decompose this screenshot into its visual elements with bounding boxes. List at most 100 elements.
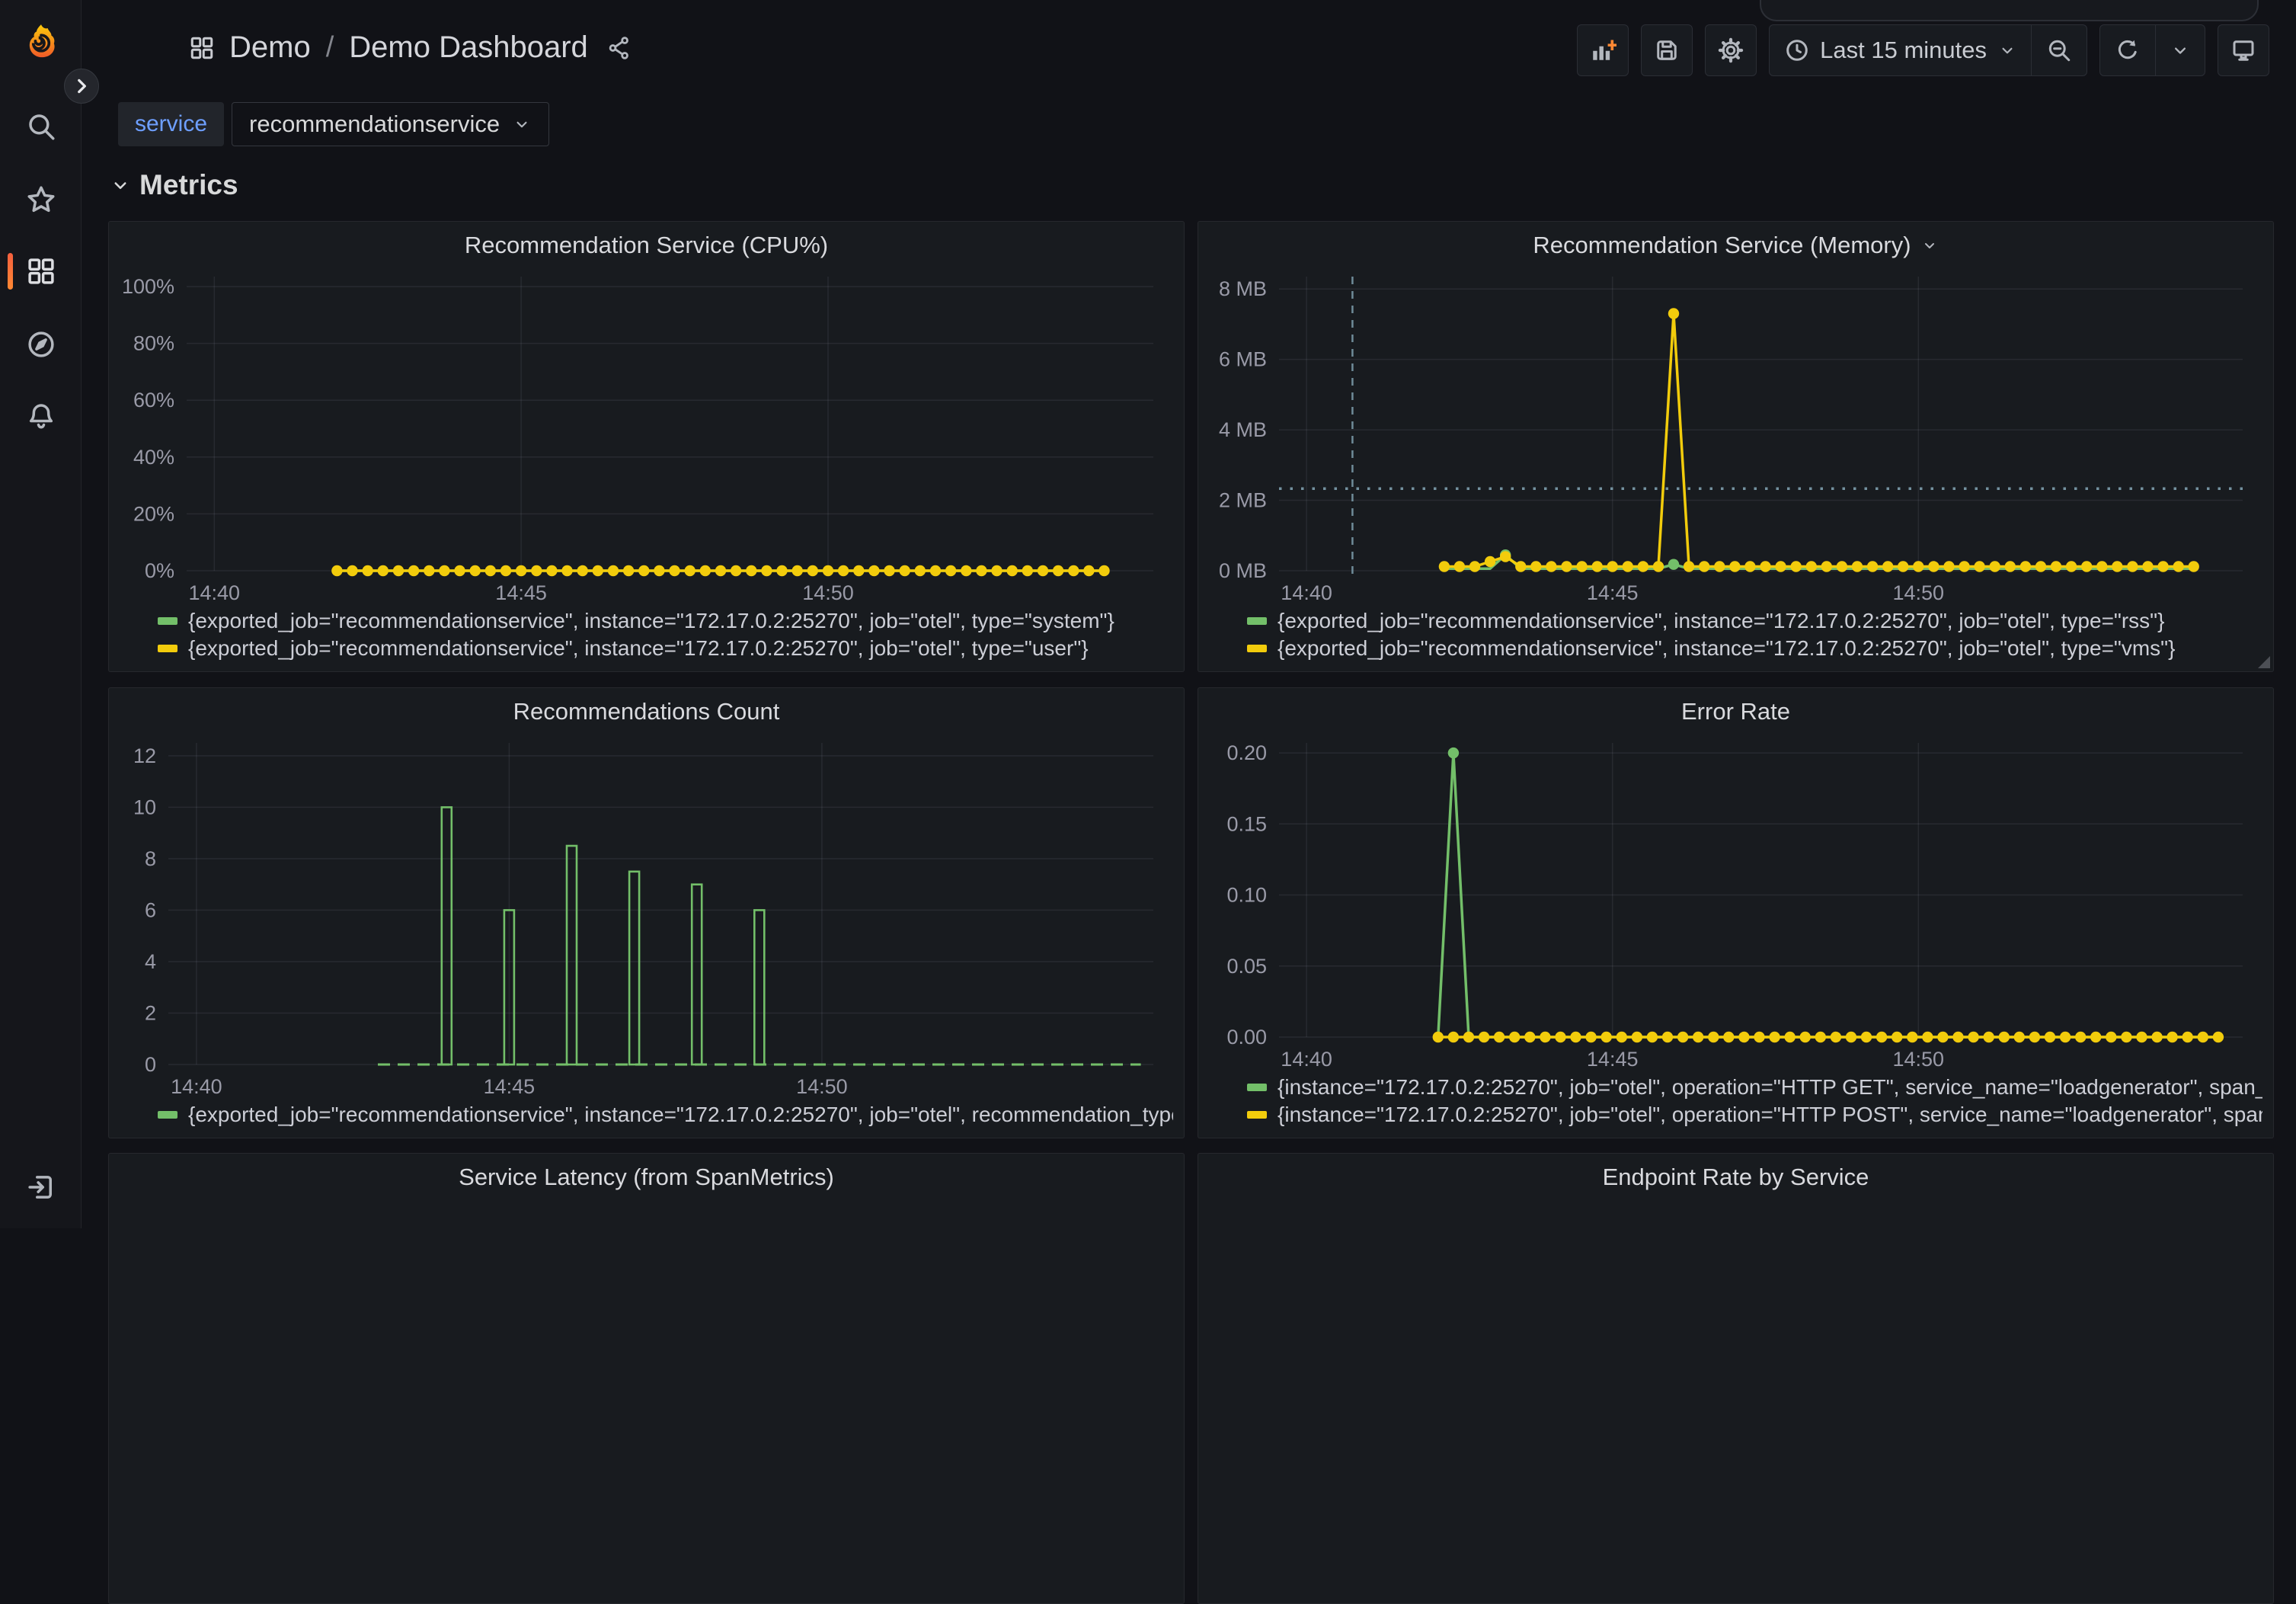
- legend-label: {exported_job="recommendationservice", i…: [188, 636, 1089, 661]
- svg-text:20%: 20%: [133, 502, 174, 525]
- svg-text:14:50: 14:50: [802, 581, 854, 604]
- legend-swatch: [1247, 1111, 1267, 1119]
- svg-text:14:50: 14:50: [1893, 1048, 1945, 1071]
- svg-text:100%: 100%: [122, 275, 174, 298]
- chevron-down-icon: [1920, 236, 1939, 255]
- breadcrumb-section[interactable]: Demo: [229, 30, 311, 65]
- svg-text:8 MB: 8 MB: [1219, 277, 1267, 300]
- sidebar-item-search[interactable]: [0, 99, 82, 154]
- svg-text:14:45: 14:45: [1587, 581, 1639, 604]
- svg-text:0.15: 0.15: [1226, 812, 1267, 835]
- zoom-out-time-button[interactable]: [2031, 25, 2087, 75]
- legend-swatch: [1247, 617, 1267, 625]
- zoom-out-icon: [2045, 37, 2073, 64]
- refresh-interval-dropdown[interactable]: [2155, 25, 2205, 75]
- time-range-picker[interactable]: Last 15 minutes: [1770, 25, 2031, 75]
- compass-icon: [25, 328, 57, 360]
- cpu-chart[interactable]: 0%20%40%60%80%100%14:4014:4514:50: [120, 264, 1173, 606]
- legend-label: {exported_job="recommendationservice", i…: [1278, 636, 2175, 661]
- dashboard-settings-button[interactable]: [1705, 24, 1757, 76]
- svg-text:10: 10: [133, 796, 156, 818]
- panel-title: Recommendation Service (Memory): [1533, 232, 1911, 259]
- panel-endpoint-rate: Endpoint Rate by Service: [1198, 1153, 2274, 1604]
- save-dashboard-button[interactable]: [1641, 24, 1693, 76]
- legend-label: {instance="172.17.0.2:25270", job="otel"…: [1278, 1075, 2262, 1100]
- refresh-icon: [2114, 37, 2141, 64]
- svg-text:14:40: 14:40: [189, 581, 241, 604]
- svg-text:0 MB: 0 MB: [1219, 559, 1267, 582]
- add-panel-button[interactable]: [1577, 24, 1629, 76]
- sidebar-item-alerting[interactable]: [0, 389, 82, 443]
- panel-recommendations-count: Recommendations Count 02468101214:4014:4…: [108, 687, 1185, 1138]
- svg-text:14:45: 14:45: [484, 1075, 536, 1098]
- svg-text:80%: 80%: [133, 332, 174, 355]
- svg-text:2: 2: [145, 1002, 156, 1025]
- sidebar-item-explore[interactable]: [0, 317, 82, 372]
- panel-count-header[interactable]: Recommendations Count: [120, 693, 1173, 731]
- refresh-button[interactable]: [2100, 25, 2155, 75]
- svg-text:0.10: 0.10: [1226, 884, 1267, 907]
- panel-title: Service Latency (from SpanMetrics): [459, 1164, 834, 1191]
- legend-label: {exported_job="recommendationservice", i…: [188, 1103, 1173, 1127]
- svg-text:8: 8: [145, 847, 156, 870]
- sidebar-item-dashboards[interactable]: [0, 244, 82, 299]
- add-panel-icon: [1589, 37, 1616, 64]
- variable-label: service: [118, 102, 224, 146]
- legend-swatch: [1247, 1084, 1267, 1091]
- active-indicator: [8, 253, 13, 290]
- variable-value-dropdown[interactable]: recommendationservice: [232, 102, 549, 146]
- count-legend: {exported_job="recommendationservice", i…: [120, 1100, 1173, 1130]
- legend-item[interactable]: {exported_job="recommendationservice", i…: [1247, 607, 2262, 635]
- panel-resize-handle[interactable]: [2258, 656, 2270, 668]
- svg-text:6: 6: [145, 898, 156, 921]
- panel-endpoint-header[interactable]: Endpoint Rate by Service: [1209, 1158, 2262, 1196]
- kiosk-mode-button[interactable]: [2218, 24, 2269, 76]
- svg-text:4: 4: [145, 950, 156, 973]
- grafana-logo[interactable]: [0, 15, 82, 70]
- search-icon: [25, 110, 57, 142]
- sidebar-item-sign-in[interactable]: [0, 1160, 82, 1215]
- monitor-icon: [2230, 37, 2257, 64]
- row-toggle-metrics[interactable]: Metrics: [109, 169, 238, 201]
- breadcrumb: Demo / Demo Dashboard: [188, 30, 632, 65]
- cpu-legend: {exported_job="recommendationservice", i…: [120, 606, 1173, 664]
- svg-text:60%: 60%: [133, 389, 174, 411]
- panel-memory-header[interactable]: Recommendation Service (Memory): [1209, 226, 2262, 264]
- panel-latency-header[interactable]: Service Latency (from SpanMetrics): [120, 1158, 1173, 1196]
- legend-item[interactable]: {instance="172.17.0.2:25270", job="otel"…: [1247, 1101, 2262, 1129]
- svg-text:0%: 0%: [145, 559, 174, 582]
- svg-text:2 MB: 2 MB: [1219, 489, 1267, 512]
- refresh-group: [2099, 24, 2205, 76]
- panel-error-header[interactable]: Error Rate: [1209, 693, 2262, 731]
- legend-label: {exported_job="recommendationservice", i…: [188, 609, 1114, 633]
- svg-text:14:50: 14:50: [1893, 581, 1945, 604]
- svg-text:14:40: 14:40: [1281, 1048, 1332, 1071]
- gear-icon: [1717, 37, 1744, 64]
- panel-cpu: Recommendation Service (CPU%) 0%20%40%60…: [108, 221, 1185, 672]
- time-picker-group: Last 15 minutes: [1769, 24, 2087, 76]
- legend-item[interactable]: {exported_job="recommendationservice", i…: [158, 607, 1173, 635]
- legend-item[interactable]: {exported_job="recommendationservice", i…: [158, 635, 1173, 662]
- legend-item[interactable]: {exported_job="recommendationservice", i…: [158, 1101, 1173, 1129]
- dashboard-content: Demo / Demo Dashboard: [82, 0, 2296, 1228]
- svg-text:14:45: 14:45: [1587, 1048, 1639, 1071]
- panel-cpu-header[interactable]: Recommendation Service (CPU%): [120, 226, 1173, 264]
- recommendations-count-chart[interactable]: 02468101214:4014:4514:50: [120, 731, 1173, 1100]
- sidebar-item-starred[interactable]: [0, 172, 82, 227]
- dashboards-grid-icon: [25, 255, 57, 287]
- legend-item[interactable]: {instance="172.17.0.2:25270", job="otel"…: [1247, 1074, 2262, 1101]
- share-icon[interactable]: [606, 35, 632, 61]
- legend-swatch: [158, 645, 177, 652]
- panel-title: Recommendations Count: [513, 698, 780, 725]
- error-rate-chart[interactable]: 0.000.050.100.150.2014:4014:4514:50: [1209, 731, 2262, 1072]
- memory-chart[interactable]: 0 MB2 MB4 MB6 MB8 MB14:4014:4514:50: [1209, 264, 2262, 606]
- legend-item[interactable]: {exported_job="recommendationservice", i…: [1247, 635, 2262, 662]
- chevron-right-icon: [72, 76, 91, 96]
- save-icon: [1653, 37, 1680, 64]
- panel-title: Error Rate: [1681, 698, 1790, 725]
- sidebar-expand-button[interactable]: [64, 69, 99, 104]
- time-range-label: Last 15 minutes: [1820, 37, 1987, 64]
- panel-service-latency: Service Latency (from SpanMetrics): [108, 1153, 1185, 1604]
- svg-text:0.00: 0.00: [1226, 1026, 1267, 1049]
- panel-title: Endpoint Rate by Service: [1603, 1164, 1869, 1191]
